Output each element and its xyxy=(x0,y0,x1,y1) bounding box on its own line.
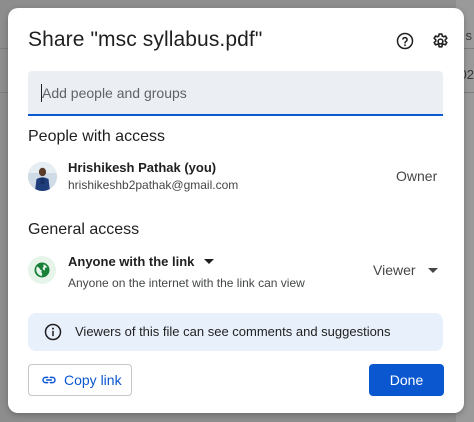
info-banner-text: Viewers of this file can see comments an… xyxy=(75,324,391,339)
share-dialog: Share "msc syllabus.pdf" People with acc… xyxy=(8,8,464,413)
help-circle-icon xyxy=(396,32,414,50)
link-role-label: Viewer xyxy=(373,262,416,278)
help-button[interactable] xyxy=(393,29,417,53)
dropdown-arrow-icon xyxy=(427,267,438,273)
dropdown-arrow-icon xyxy=(204,259,215,264)
avatar xyxy=(28,162,57,191)
link-icon xyxy=(42,376,56,384)
link-access-description: Anyone on the internet with the link can… xyxy=(68,276,305,290)
background-text: s xyxy=(465,28,473,43)
text-cursor xyxy=(41,84,42,102)
general-access-heading: General access xyxy=(28,221,140,238)
copy-link-label: Copy link xyxy=(64,372,122,388)
copy-link-button[interactable]: Copy link xyxy=(28,364,132,396)
info-banner: Viewers of this file can see comments an… xyxy=(28,313,443,351)
settings-button[interactable] xyxy=(428,29,452,53)
owner-role-label: Owner xyxy=(396,168,438,184)
globe-icon xyxy=(34,262,50,278)
link-access-label: Anyone with the link xyxy=(68,254,195,269)
add-people-field[interactable] xyxy=(28,71,443,116)
globe-badge xyxy=(28,256,56,284)
person-email: hrishikeshb2pathak@gmail.com xyxy=(68,178,239,192)
done-button[interactable]: Done xyxy=(369,364,444,396)
add-people-input[interactable] xyxy=(28,71,443,114)
people-with-access-heading: People with access xyxy=(28,128,165,145)
info-icon xyxy=(44,323,62,341)
person-name: Hrishikesh Pathak (you) xyxy=(68,160,217,175)
dialog-title: Share "msc syllabus.pdf" xyxy=(28,28,263,51)
gear-icon xyxy=(432,32,448,48)
link-access-dropdown[interactable]: Anyone with the link xyxy=(68,254,215,269)
link-role-dropdown[interactable]: Viewer xyxy=(373,262,438,278)
